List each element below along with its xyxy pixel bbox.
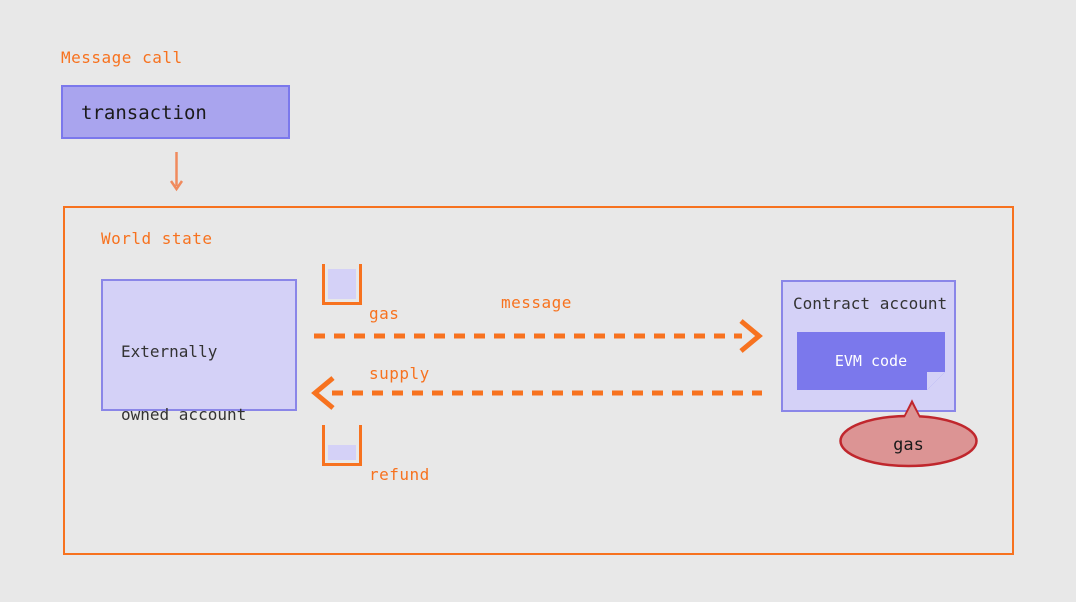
gas-supply-fill: [328, 269, 356, 299]
evm-code-label: EVM code: [834, 352, 908, 370]
refund-label-line1: refund: [369, 465, 430, 484]
message-arrow-icon: [312, 318, 772, 358]
gas-supply-beaker-icon: [322, 264, 362, 305]
eoa-label-line1: Externally: [121, 342, 218, 361]
gas-bubble-label: gas: [893, 435, 924, 455]
diagram-canvas: Message call transaction World state Ext…: [0, 0, 1076, 602]
evm-code-card: EVM code: [797, 332, 945, 390]
message-arrow-label: message: [501, 293, 572, 312]
transaction-label: transaction: [81, 102, 207, 124]
refund-arrow-icon: [310, 375, 770, 415]
externally-owned-account-label: Externally owned account: [121, 299, 246, 467]
refund-beaker-icon: [322, 425, 362, 466]
contract-account-title: Contract account: [793, 294, 948, 313]
eoa-label-line2: owned account: [121, 405, 247, 424]
externally-owned-account-box: Externally owned account: [101, 279, 297, 424]
refund-fill: [328, 445, 356, 460]
message-call-heading: Message call: [61, 48, 183, 67]
contract-account-box: Contract account EVM code: [781, 280, 956, 412]
refund-label: refund: [369, 425, 430, 525]
world-state-heading: World state: [101, 229, 213, 248]
transaction-to-world-state-arrow-icon: [160, 150, 194, 200]
transaction-box: transaction: [61, 85, 290, 139]
